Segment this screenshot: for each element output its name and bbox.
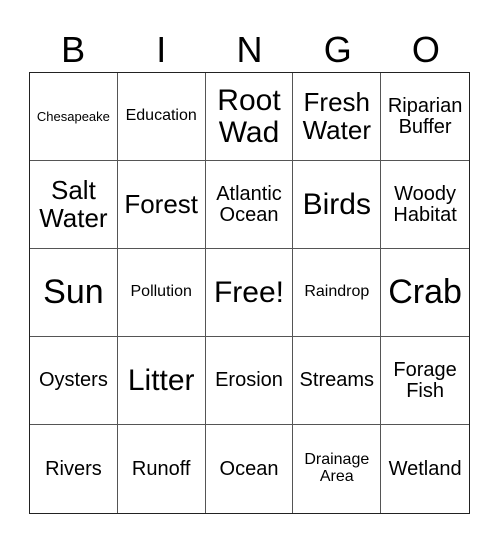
bingo-cell[interactable]: Erosion [205, 337, 294, 425]
bingo-cell[interactable]: Sun [30, 249, 118, 337]
bingo-cell[interactable]: Drainage Area [293, 425, 382, 513]
bingo-cell[interactable]: Education [117, 73, 206, 161]
bingo-cell[interactable]: Oysters [30, 337, 118, 425]
bingo-cell[interactable]: Ocean [206, 425, 294, 513]
bingo-cell[interactable]: Litter [117, 337, 206, 425]
bingo-header: B I N G O [29, 28, 470, 72]
bingo-cell[interactable]: Root Wad [205, 73, 294, 161]
bingo-cell[interactable]: Riparian Buffer [381, 73, 469, 161]
bingo-cell[interactable]: Raindrop [293, 249, 382, 337]
bingo-cell[interactable]: Wetland [381, 425, 469, 513]
header-letter-b: B [61, 29, 86, 70]
bingo-cell[interactable]: Pollution [117, 249, 206, 337]
bingo-cell[interactable]: Forest [117, 161, 206, 249]
bingo-cell[interactable]: Streams [293, 337, 382, 425]
bingo-cell[interactable]: Rivers [30, 425, 118, 513]
bingo-cell[interactable]: Salt Water [30, 161, 118, 249]
bingo-board: Chesapeake Education Root Wad Fresh Water Ripa… [29, 72, 470, 514]
header-letter-g: G [323, 29, 352, 70]
bingo-cell[interactable]: Crab [381, 249, 469, 337]
header-letter-i: I [156, 29, 167, 70]
bingo-cell[interactable]: Woody Habitat [381, 161, 469, 249]
bingo-cell[interactable]: Chesapeake [30, 73, 118, 161]
bingo-cell[interactable]: Atlantic Ocean [205, 161, 294, 249]
bingo-cell[interactable]: Runoff [118, 425, 206, 513]
header-letter-n: N [236, 29, 263, 70]
bingo-cell[interactable]: Birds [293, 161, 382, 249]
free-space-cell[interactable]: Free! [205, 249, 294, 337]
bingo-cell[interactable]: Fresh Water [293, 73, 382, 161]
bingo-cell[interactable]: Forage Fish [381, 337, 469, 425]
header-letter-o: O [411, 29, 440, 70]
